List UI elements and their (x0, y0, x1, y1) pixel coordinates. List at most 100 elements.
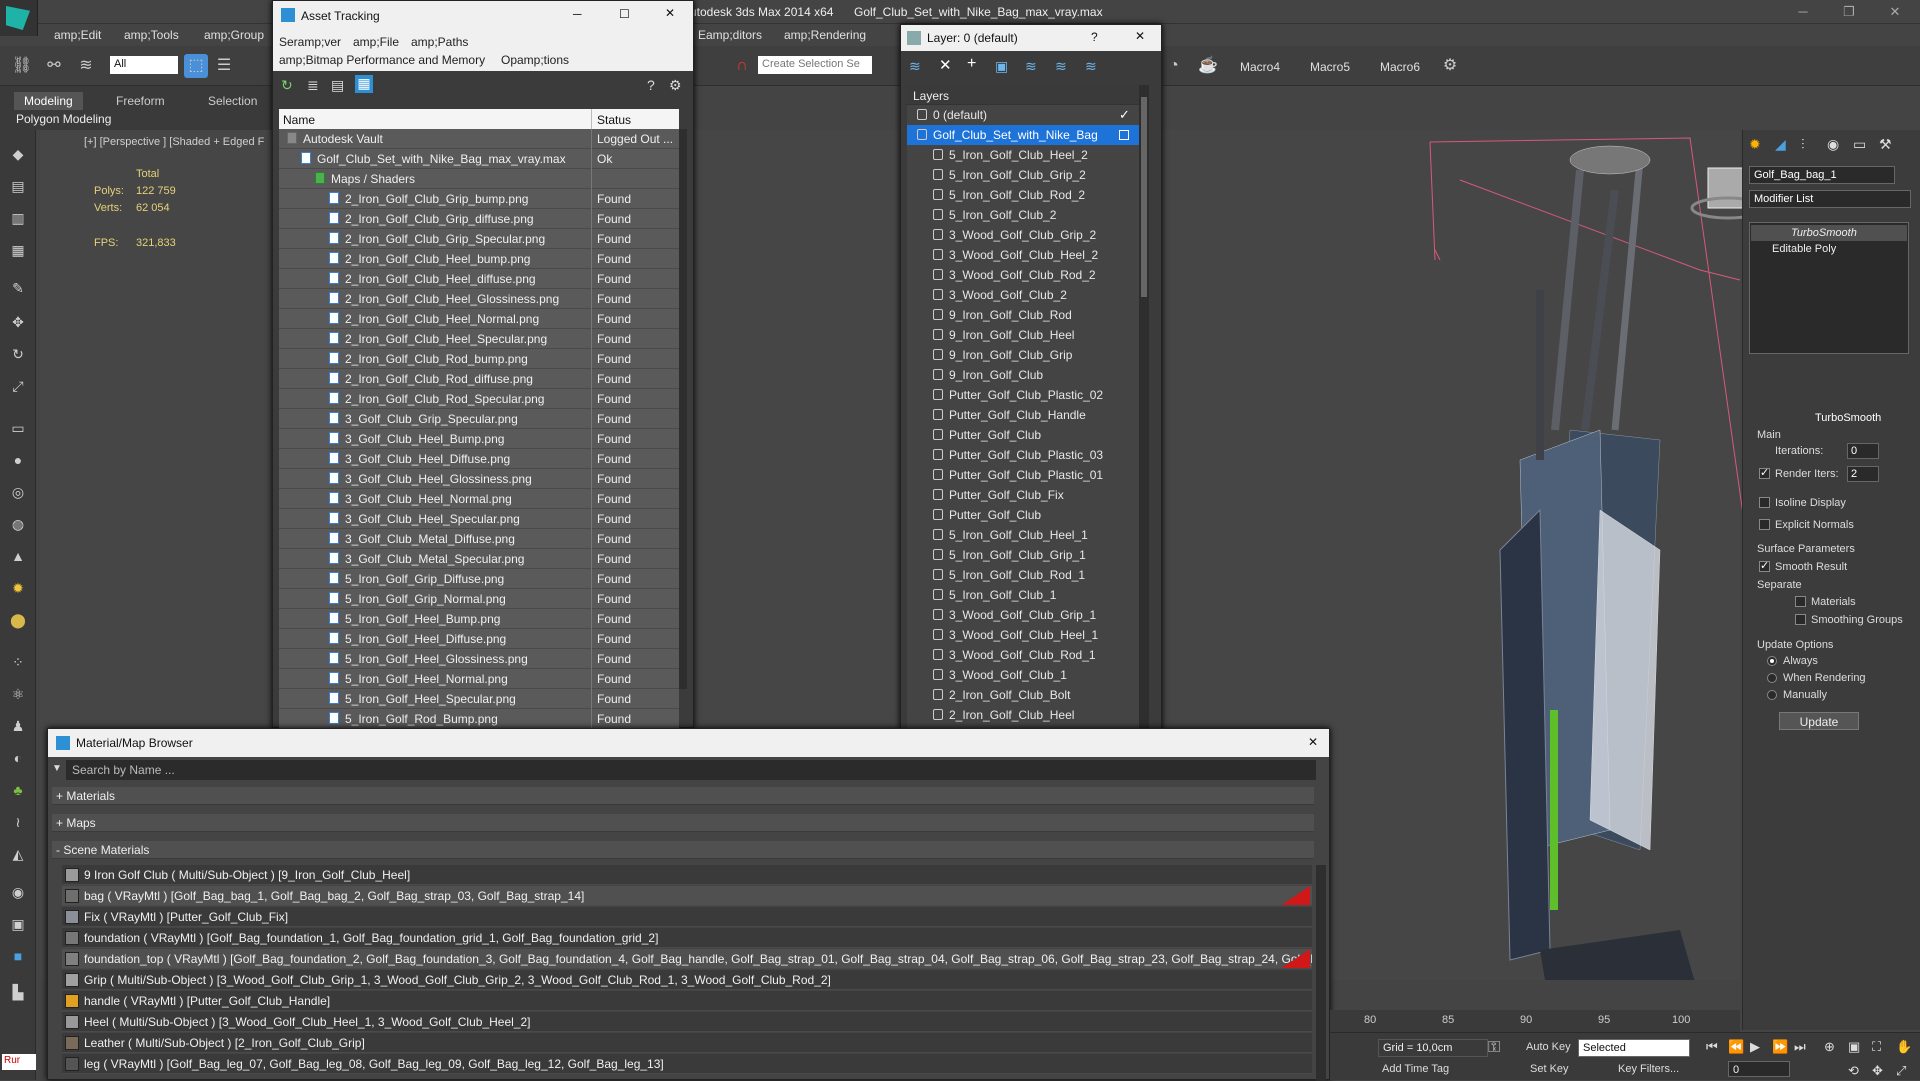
asset-row[interactable]: 2_Iron_Golf_Club_Heel_bump.png Found (279, 249, 679, 269)
material-row[interactable]: Grip ( Multi/Sub-Object ) [3_Wood_Golf_C… (62, 970, 1312, 990)
close-icon[interactable]: ✕ (665, 6, 675, 20)
minimize-button[interactable]: ─ (1788, 4, 1818, 20)
goto-start-icon[interactable]: ⏮ (1706, 1039, 1718, 1055)
paint-icon[interactable]: ✎ (6, 276, 30, 300)
tab-modeling[interactable]: Modeling (14, 92, 83, 110)
always-radio[interactable] (1767, 656, 1777, 666)
rollout-turbosmooth[interactable]: TurboSmooth (1815, 412, 1881, 424)
material-scrollbar[interactable] (1316, 865, 1326, 1081)
layer-row[interactable]: 5_Iron_Golf_Club_2 (907, 205, 1139, 225)
delete-layer-icon[interactable]: ✕ (939, 56, 952, 74)
section-materials[interactable]: + Materials (52, 787, 1314, 805)
asset-row[interactable]: 2_Iron_Golf_Club_Grip_diffuse.png Found (279, 209, 679, 229)
menu-paths[interactable]: amp;Paths (411, 35, 468, 49)
layer-row[interactable]: 9_Iron_Golf_Club_Grip (907, 345, 1139, 365)
asset-row[interactable]: 3_Golf_Club_Heel_Glossiness.png Found (279, 469, 679, 489)
key-mode-select[interactable]: Selected (1578, 1039, 1690, 1057)
close-icon[interactable]: ✕ (1308, 735, 1318, 749)
layer-row[interactable]: Putter_Golf_Club (907, 425, 1139, 445)
material-row[interactable]: Leather ( Multi/Sub-Object ) [2_Iron_Gol… (62, 1033, 1312, 1053)
prev-frame-icon[interactable]: ⏪ (1728, 1039, 1744, 1055)
object-name-input[interactable]: Golf_Bag_bag_1 (1749, 166, 1895, 184)
cone-icon[interactable]: ▲ (6, 544, 30, 568)
layer-row[interactable]: 3_Wood_Golf_Club_2 (907, 285, 1139, 305)
layer-row[interactable]: 3_Wood_Golf_Club_Grip_2 (907, 225, 1139, 245)
create-tab-icon[interactable]: ✹ (1749, 136, 1761, 153)
layer-row[interactable]: 5_Iron_Golf_Club_1 (907, 585, 1139, 605)
highlight-layer-icon[interactable]: ≋ (1025, 58, 1037, 75)
layer-row[interactable]: 9_Iron_Golf_Club_Heel (907, 325, 1139, 345)
asset-row[interactable]: Golf_Club_Set_with_Nike_Bag_max_vray.max… (279, 149, 679, 169)
material-row[interactable]: 9 Iron Golf Club ( Multi/Sub-Object ) [9… (62, 865, 1312, 885)
camera-icon[interactable]: ▣ (6, 912, 30, 936)
border-icon[interactable]: ▥ (6, 206, 30, 230)
asset-row[interactable]: Autodesk Vault Logged Out ... (279, 129, 679, 149)
add-to-layer-icon[interactable]: + (967, 55, 976, 73)
key-filters-button[interactable]: Key Filters... (1618, 1063, 1679, 1075)
close-icon[interactable]: ✕ (1135, 29, 1145, 43)
globe-icon[interactable]: ◐ (6, 746, 30, 770)
auto-key-button[interactable]: Auto Key (1526, 1041, 1571, 1053)
render-setup-icon[interactable]: ◔ (1162, 54, 1186, 78)
layer-row[interactable]: 3_Wood_Golf_Club_1 (907, 665, 1139, 685)
select-object-icon[interactable]: ⬚ (184, 54, 208, 78)
sphere-icon[interactable]: ● (6, 448, 30, 472)
pan-icon[interactable]: ✋ (1896, 1039, 1912, 1055)
key-icon[interactable]: ⚿ (1488, 1039, 1500, 1057)
script-icon[interactable]: ▙ (6, 980, 30, 1004)
minimize-icon[interactable]: ─ (573, 7, 582, 21)
move-icon[interactable]: ✥ (6, 310, 30, 334)
light-icon[interactable]: ✹ (6, 576, 30, 600)
layer-row[interactable]: 2_Iron_Golf_Club_Bolt (907, 685, 1139, 705)
asset-row[interactable]: 5_Iron_Golf_Heel_Bump.png Found (279, 609, 679, 629)
create-layer-icon[interactable]: ≋ (909, 58, 921, 75)
asset-row[interactable]: 3_Golf_Club_Heel_Diffuse.png Found (279, 449, 679, 469)
material-browser-titlebar[interactable]: Material/Map Browser ✕ (48, 729, 1329, 757)
vertex-icon[interactable]: ◆ (6, 142, 30, 166)
layer-titlebar[interactable]: Layer: 0 (default) ? ✕ (901, 25, 1161, 51)
modify-tab-icon[interactable]: ◢ (1775, 136, 1786, 153)
asset-row[interactable]: 5_Iron_Golf_Heel_Normal.png Found (279, 669, 679, 689)
menu-rendering[interactable]: amp;Rendering (784, 28, 866, 42)
bind-icon[interactable]: ≋ (74, 54, 98, 78)
tab-selection[interactable]: Selection (198, 92, 267, 110)
layer-row[interactable]: Putter_Golf_Club_Handle (907, 405, 1139, 425)
gear-icon[interactable]: ⚙ (1438, 54, 1462, 78)
layer-row[interactable]: 3_Wood_Golf_Club_Rod_2 (907, 265, 1139, 285)
cloth-icon[interactable]: ◭ (6, 842, 30, 866)
menu-options[interactable]: Opamp;tions (501, 53, 569, 67)
polygon-icon[interactable]: ▦ (6, 238, 30, 262)
list-icon[interactable]: ≣ (307, 77, 319, 94)
layer-row[interactable]: Putter_Golf_Club_Plastic_03 (907, 445, 1139, 465)
link-icon[interactable]: ⛓ (10, 54, 34, 78)
asset-row[interactable]: 2_Iron_Golf_Club_Grip_Specular.png Found (279, 229, 679, 249)
render-iters-spinner[interactable]: 2 (1847, 466, 1879, 482)
layer-row[interactable]: Putter_Golf_Club (907, 505, 1139, 525)
material-row[interactable]: Heel ( Multi/Sub-Object ) [3_Wood_Golf_C… (62, 1012, 1312, 1032)
stack-item-turbosmooth[interactable]: TurboSmooth (1751, 225, 1907, 241)
select-by-name-icon[interactable]: ☰ (212, 54, 236, 78)
edge-icon[interactable]: ▤ (6, 174, 30, 198)
macro4-button[interactable]: Macro4 (1240, 60, 1280, 74)
help-icon[interactable]: ? (647, 77, 655, 93)
section-scene-materials[interactable]: - Scene Materials (52, 841, 1314, 859)
materials-checkbox[interactable] (1795, 596, 1806, 607)
menu-bitmap-performance[interactable]: amp;Bitmap Performance and Memory (279, 53, 485, 67)
current-layer-check-icon[interactable]: ✓ (1119, 107, 1130, 123)
add-time-tag-button[interactable]: Add Time Tag (1382, 1063, 1449, 1075)
hide-all-icon[interactable]: ≋ (1055, 58, 1067, 75)
hierarchy-tab-icon[interactable]: ⫶ (1801, 136, 1805, 153)
modifier-list-select[interactable]: Modifier List (1749, 190, 1911, 208)
play-icon[interactable]: ▶ (1750, 1039, 1760, 1055)
asset-row[interactable]: 2_Iron_Golf_Club_Heel_Glossiness.png Foun… (279, 289, 679, 309)
layer-row[interactable]: 9_Iron_Golf_Club_Rod (907, 305, 1139, 325)
motion-tab-icon[interactable]: ◉ (1827, 136, 1839, 153)
freeze-all-icon[interactable]: ≋ (1085, 58, 1097, 75)
explicit-normals-checkbox[interactable] (1759, 519, 1770, 530)
settings-icon[interactable]: ⚙ (669, 77, 682, 94)
fov-icon[interactable]: ⛶ (1872, 1039, 1881, 1055)
layer-row[interactable]: 0 (default) ✓ (907, 105, 1139, 125)
scale-icon[interactable]: ⤢ (6, 374, 30, 398)
rotate-icon[interactable]: ↻ (6, 342, 30, 366)
tree-icon[interactable]: ▤ (331, 77, 344, 94)
